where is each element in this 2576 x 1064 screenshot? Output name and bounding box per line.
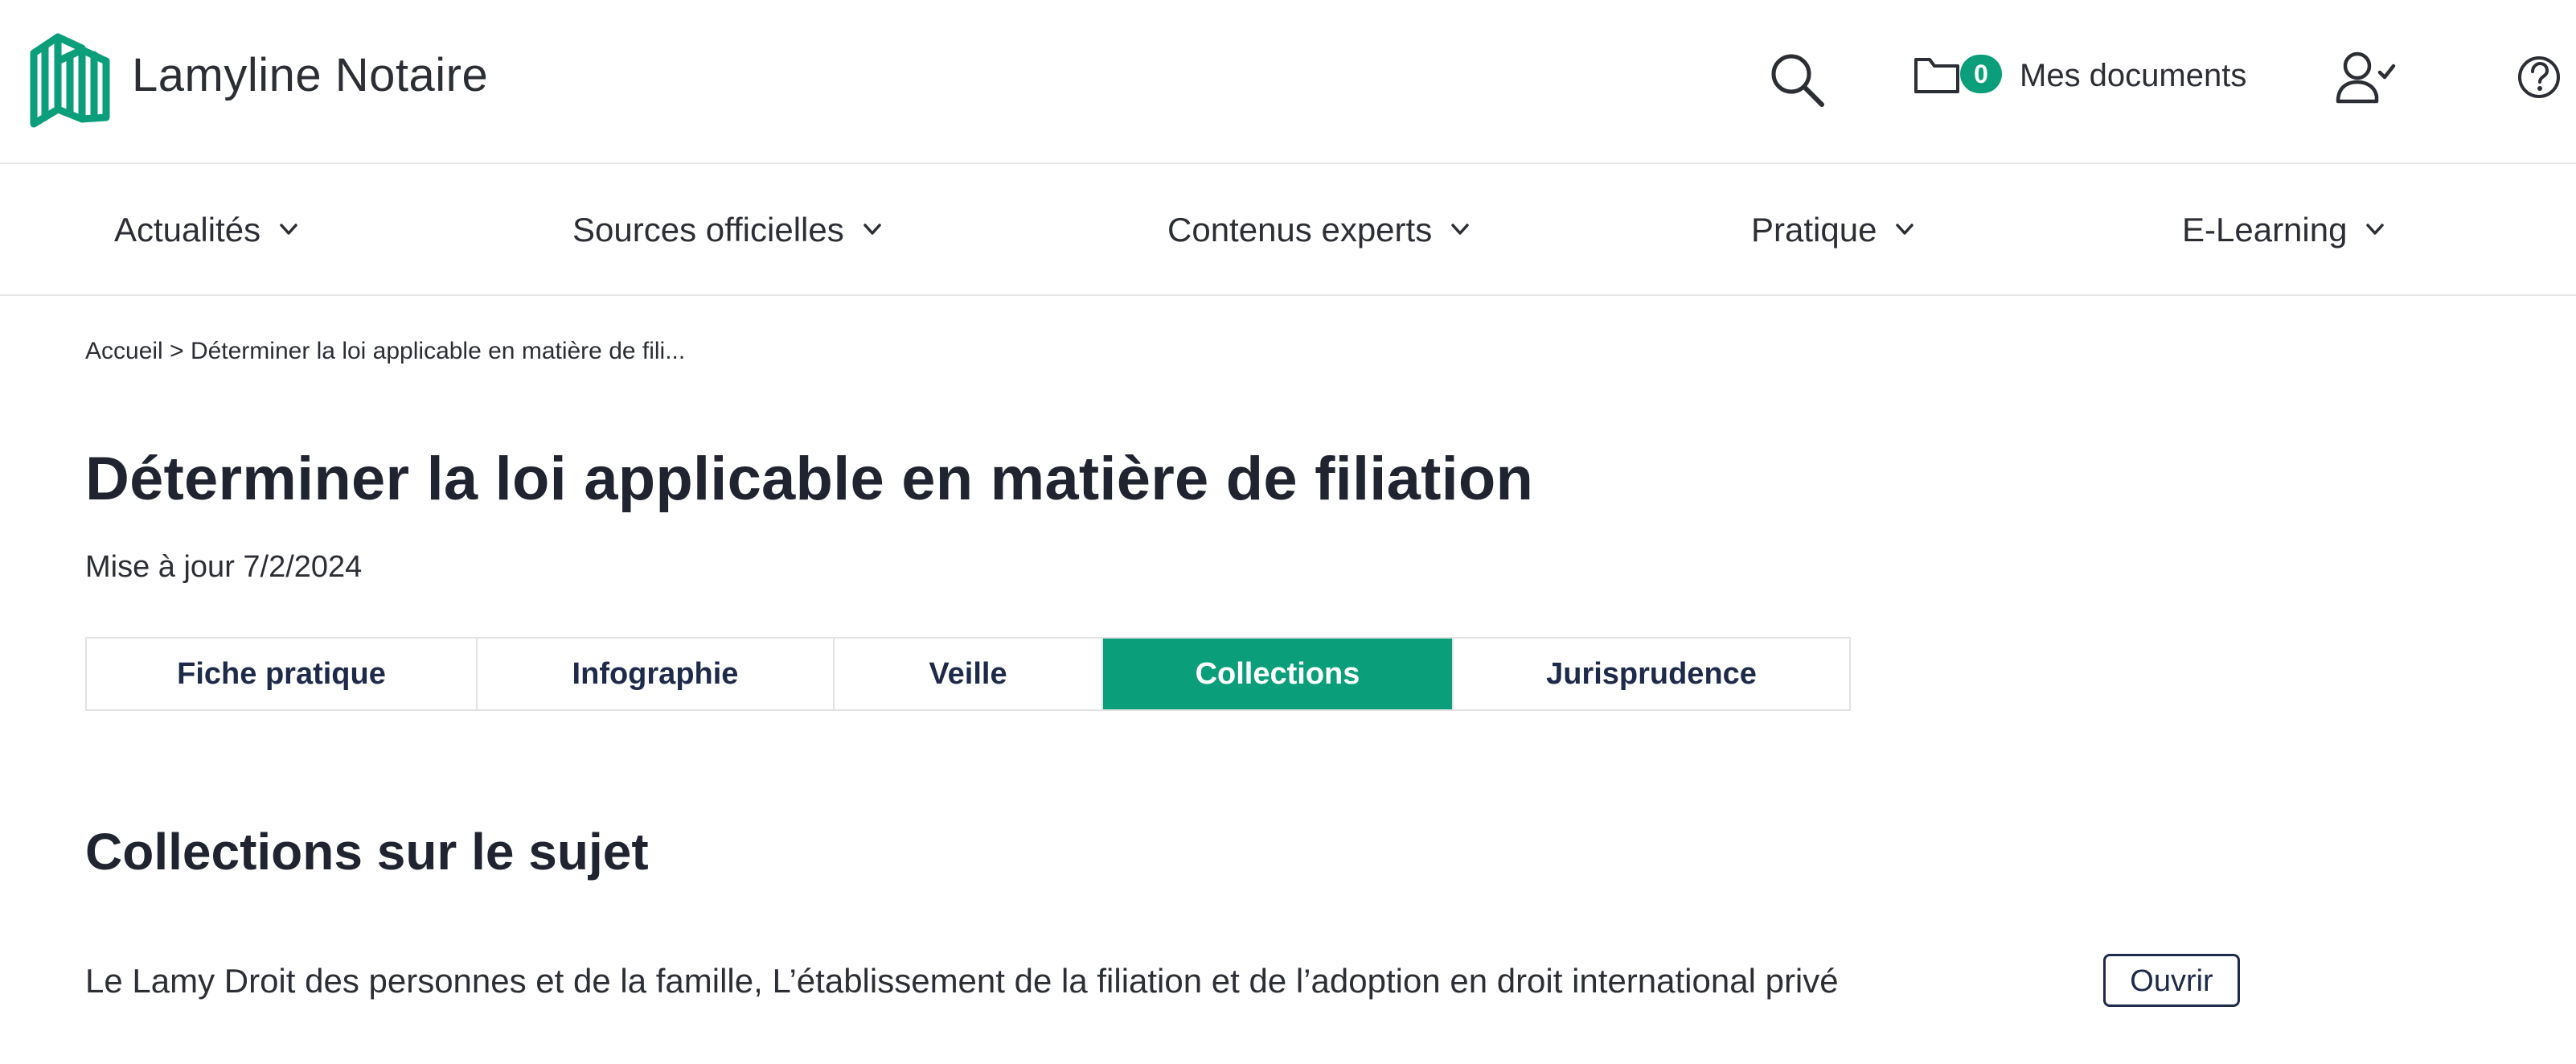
documents-count-badge: 0 [1960,55,2002,93]
documents-label: Mes documents [2020,58,2247,93]
nav-item-label: E-Learning [2182,211,2348,249]
collections-heading: Collections sur le sujet [85,823,649,881]
logo-icon[interactable] [26,29,116,129]
tab-infographie[interactable]: Infographie [478,639,835,709]
brand-name[interactable]: Lamyline Notaire [132,48,488,102]
nav-item-label: Actualités [114,211,261,249]
nav-item-pratique[interactable]: Pratique [1751,211,1918,249]
open-collection-button[interactable]: Ouvrir [2103,954,2240,1007]
chevron-down-icon [2366,224,2385,235]
nav-item-contenus-experts[interactable]: Contenus experts [1167,211,1474,249]
page-title: Déterminer la loi applicable en matière … [85,445,1534,513]
user-check-icon[interactable] [2335,50,2396,106]
nav-item-e-learning[interactable]: E-Learning [2182,211,2389,249]
help-icon[interactable] [2517,55,2562,100]
chevron-down-icon [863,224,881,235]
breadcrumb-home-link[interactable]: Accueil [85,338,163,364]
top-header: Lamyline Notaire 0 Mes documents [0,0,2576,164]
nav-item-actualites[interactable]: Actualités [114,211,302,249]
nav-item-label: Contenus experts [1167,211,1433,249]
breadcrumb-current: Déterminer la loi applicable en matière … [190,338,686,364]
tab-veille[interactable]: Veille [835,639,1103,709]
folder-icon [1914,58,1959,93]
update-date: Mise à jour 7/2/2024 [85,550,363,584]
collection-title: Le Lamy Droit des personnes et de la fam… [85,962,1839,1000]
search-icon[interactable] [1767,50,1827,109]
breadcrumb-separator: > [170,338,184,364]
tab-collections[interactable]: Collections [1103,639,1454,709]
nav-item-label: Pratique [1751,211,1877,249]
breadcrumb: Accueil > Déterminer la loi applicable e… [85,338,685,365]
chevron-down-icon [1896,224,1914,235]
tab-jurisprudence[interactable]: Jurisprudence [1454,639,1849,709]
main-navigation: Actualités Sources officielles Contenus … [0,164,2576,296]
chevron-down-icon [280,224,297,235]
nav-item-sources-officielles[interactable]: Sources officielles [572,211,886,249]
tab-fiche-pratique[interactable]: Fiche pratique [87,639,478,709]
chevron-down-icon [1451,224,1469,235]
nav-item-label: Sources officielles [572,211,844,249]
content-tabs: Fiche pratique Infographie Veille Collec… [85,637,1851,711]
